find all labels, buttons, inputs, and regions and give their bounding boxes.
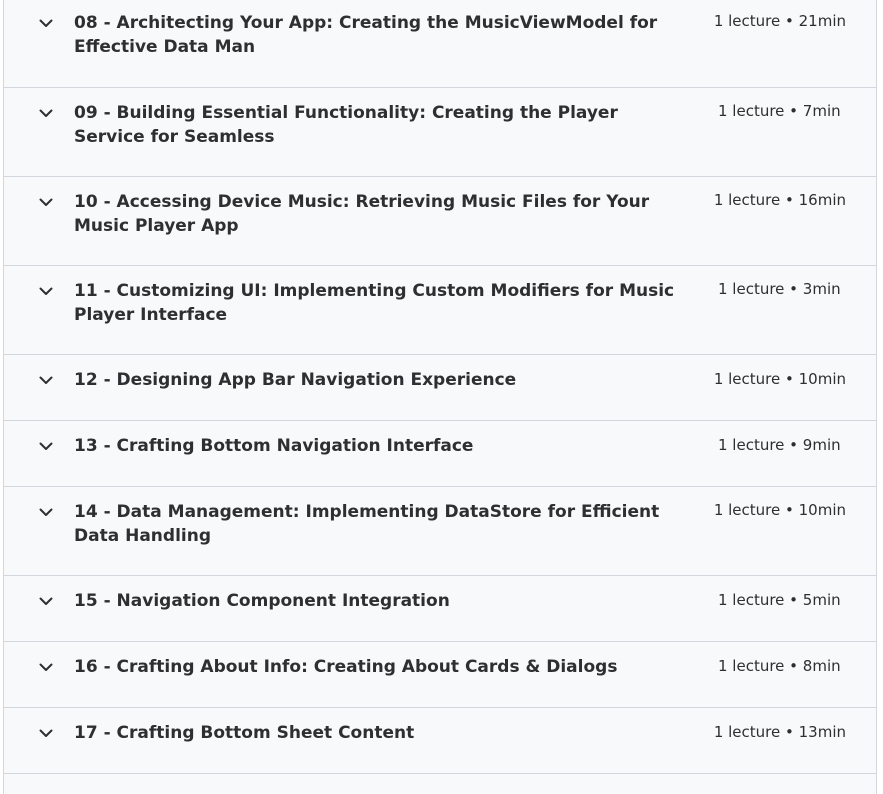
chevron-down-icon[interactable]: [38, 504, 54, 520]
section-14[interactable]: 14 - Data Management: Implementing DataS…: [4, 486, 876, 575]
section-title[interactable]: 10 - Accessing Device Music: Retrieving …: [74, 190, 714, 238]
section-title[interactable]: 15 - Navigation Component Integration: [74, 589, 718, 613]
chevron-down-icon[interactable]: [38, 725, 54, 741]
section-title[interactable]: 14 - Data Management: Implementing DataS…: [74, 500, 714, 548]
section-17[interactable]: 17 - Crafting Bottom Sheet Content 1 lec…: [4, 707, 876, 773]
section-meta: 1 lecture • 10min: [713, 501, 846, 519]
section-title[interactable]: 11 - Customizing UI: Implementing Custom…: [74, 279, 718, 327]
section-meta: 1 lecture • 8min: [718, 657, 841, 675]
section-title[interactable]: 13 - Crafting Bottom Navigation Interfac…: [74, 434, 718, 458]
section-meta: 1 lecture • 5min: [718, 591, 841, 609]
section-meta: 1 lecture • 16min: [713, 191, 846, 209]
chevron-down-icon[interactable]: [38, 105, 54, 121]
section-meta: 1 lecture • 10min: [713, 370, 846, 388]
section-10[interactable]: 10 - Accessing Device Music: Retrieving …: [4, 176, 876, 265]
section-meta: 1 lecture • 21min: [713, 12, 846, 30]
section-title[interactable]: 16 - Crafting About Info: Creating About…: [74, 655, 718, 679]
chevron-down-icon[interactable]: [38, 659, 54, 675]
section-08[interactable]: 08 - Architecting Your App: Creating the…: [4, 0, 876, 87]
chevron-down-icon[interactable]: [38, 283, 54, 299]
chevron-down-icon[interactable]: [38, 593, 54, 609]
section-meta: 1 lecture • 3min: [718, 280, 841, 298]
section-title[interactable]: 09 - Building Essential Functionality: C…: [74, 101, 718, 149]
section-12[interactable]: 12 - Designing App Bar Navigation Experi…: [4, 354, 876, 420]
next-section-partial: [4, 773, 876, 794]
chevron-down-icon[interactable]: [38, 438, 54, 454]
section-11[interactable]: 11 - Customizing UI: Implementing Custom…: [4, 265, 876, 354]
section-title[interactable]: 17 - Crafting Bottom Sheet Content: [74, 721, 714, 745]
section-16[interactable]: 16 - Crafting About Info: Creating About…: [4, 641, 876, 707]
section-meta: 1 lecture • 9min: [718, 436, 841, 454]
section-13[interactable]: 13 - Crafting Bottom Navigation Interfac…: [4, 420, 876, 486]
chevron-down-icon[interactable]: [38, 372, 54, 388]
curriculum-accordion: 08 - Architecting Your App: Creating the…: [3, 0, 877, 794]
chevron-down-icon[interactable]: [38, 194, 54, 210]
section-15[interactable]: 15 - Navigation Component Integration 1 …: [4, 575, 876, 641]
section-meta: 1 lecture • 7min: [718, 102, 841, 120]
section-title[interactable]: 08 - Architecting Your App: Creating the…: [74, 11, 714, 59]
chevron-down-icon[interactable]: [38, 15, 54, 31]
section-09[interactable]: 09 - Building Essential Functionality: C…: [4, 87, 876, 176]
section-meta: 1 lecture • 13min: [713, 723, 846, 741]
section-title[interactable]: 12 - Designing App Bar Navigation Experi…: [74, 368, 714, 392]
